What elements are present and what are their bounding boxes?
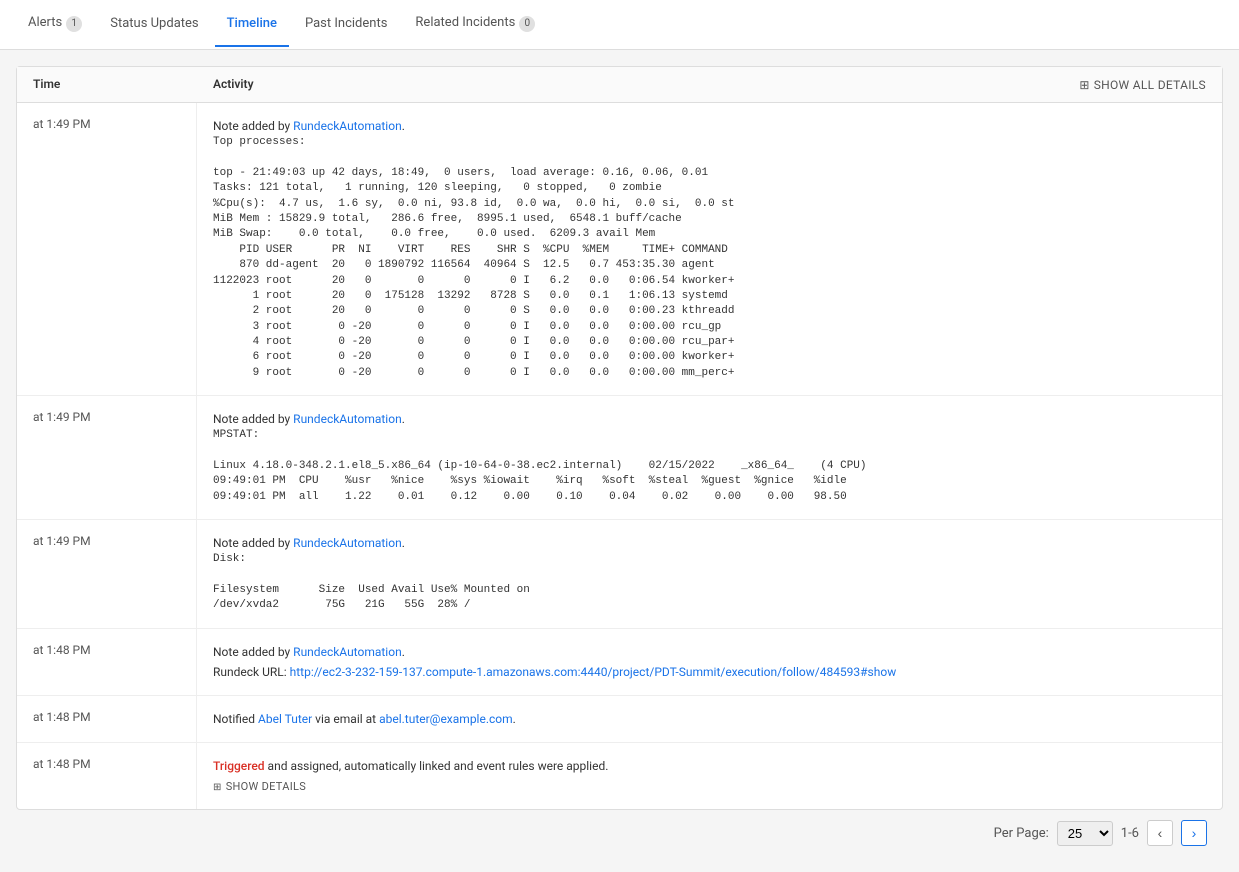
note-author-link[interactable]: RundeckAutomation bbox=[293, 119, 402, 133]
time-cell: at 1:49 PM bbox=[17, 103, 197, 395]
table-row: at 1:48 PM Notified Abel Tuter via email… bbox=[17, 696, 1222, 743]
show-details-inline-button[interactable]: ⊞ SHOW DETAILS bbox=[213, 779, 1206, 796]
note-author-link[interactable]: RundeckAutomation bbox=[293, 645, 402, 659]
tab-alerts[interactable]: Alerts1 bbox=[16, 1, 94, 48]
note-content: MPSTAT: Linux 4.18.0-348.2.1.el8_5.x86_6… bbox=[213, 428, 1206, 505]
tab-related-incidents[interactable]: Related Incidents0 bbox=[403, 1, 547, 48]
notified-middle: via email at bbox=[312, 712, 379, 726]
tab-timeline[interactable]: Timeline bbox=[215, 2, 289, 47]
triggered-rest: and assigned, automatically linked and e… bbox=[265, 759, 609, 773]
activity-cell: Note added by RundeckAutomation. Rundeck… bbox=[197, 629, 1222, 695]
note-prefix: Note added by bbox=[213, 645, 293, 659]
per-page-label: Per Page: bbox=[994, 826, 1049, 841]
note-author-link[interactable]: RundeckAutomation bbox=[293, 412, 402, 426]
notified-person-link[interactable]: Abel Tuter bbox=[258, 712, 312, 726]
col-activity-header: Activity bbox=[213, 77, 254, 91]
next-page-button[interactable]: › bbox=[1181, 820, 1207, 846]
table-row: at 1:49 PM Note added by RundeckAutomati… bbox=[17, 103, 1222, 396]
note-prefix: Note added by bbox=[213, 536, 293, 550]
activity-cell: Note added by RundeckAutomation. Top pro… bbox=[197, 103, 1222, 395]
table-row: at 1:49 PM Note added by RundeckAutomati… bbox=[17, 520, 1222, 629]
time-cell: at 1:49 PM bbox=[17, 396, 197, 519]
tabs-bar: Alerts1 Status Updates Timeline Past Inc… bbox=[0, 0, 1239, 50]
page-range: 1-6 bbox=[1121, 826, 1139, 841]
per-page-select[interactable]: 25 10 50 100 bbox=[1057, 821, 1113, 846]
table-row: at 1:48 PM Note added by RundeckAutomati… bbox=[17, 629, 1222, 696]
activity-cell: Note added by RundeckAutomation. MPSTAT:… bbox=[197, 396, 1222, 519]
time-cell: at 1:48 PM bbox=[17, 629, 197, 695]
time-cell: at 1:49 PM bbox=[17, 520, 197, 628]
note-prefix: Note added by bbox=[213, 412, 293, 426]
activity-cell: Note added by RundeckAutomation. Disk: F… bbox=[197, 520, 1222, 628]
note-content: Top processes: top - 21:49:03 up 42 days… bbox=[213, 135, 1206, 381]
activity-cell: Notified Abel Tuter via email at abel.tu… bbox=[197, 696, 1222, 742]
triggered-word: Triggered bbox=[213, 759, 265, 773]
notified-email-link[interactable]: abel.tuter@example.com bbox=[379, 712, 513, 726]
note-author-link[interactable]: RundeckAutomation bbox=[293, 536, 402, 550]
tab-past-incidents[interactable]: Past Incidents bbox=[293, 2, 399, 47]
expand-icon-small: ⊞ bbox=[213, 780, 222, 795]
expand-icon: ⊞ bbox=[1079, 78, 1089, 92]
tab-status-updates[interactable]: Status Updates bbox=[98, 2, 210, 47]
show-all-details-button[interactable]: ⊞ SHOW ALL DETAILS bbox=[1079, 78, 1206, 92]
rundeck-url-link[interactable]: http://ec2-3-232-159-137.compute-1.amazo… bbox=[290, 665, 897, 679]
prev-page-button[interactable]: ‹ bbox=[1147, 820, 1173, 846]
time-cell: at 1:48 PM bbox=[17, 696, 197, 742]
pagination: Per Page: 25 10 50 100 1-6 ‹ › bbox=[16, 810, 1223, 856]
rundeck-url-label: Rundeck URL: bbox=[213, 665, 290, 679]
note-content: Disk: Filesystem Size Used Avail Use% Mo… bbox=[213, 552, 1206, 614]
col-time-header: Time bbox=[33, 77, 60, 91]
notified-prefix: Notified bbox=[213, 712, 258, 726]
table-row: at 1:49 PM Note added by RundeckAutomati… bbox=[17, 396, 1222, 520]
note-prefix: Note added by bbox=[213, 119, 293, 133]
